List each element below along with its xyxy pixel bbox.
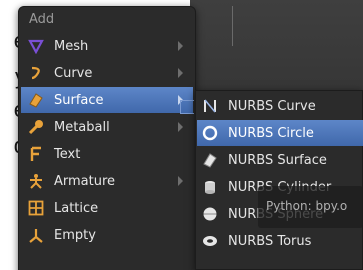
menu-item-curve[interactable]: Curve <box>21 60 193 86</box>
viewport-cursor-line <box>232 6 233 46</box>
menu-item-label: Lattice <box>54 200 99 216</box>
lattice-icon <box>27 199 45 217</box>
tooltip-text: Python: bpy.o <box>266 199 348 213</box>
mesh-icon <box>27 37 45 55</box>
menu-item-surface[interactable]: Surface <box>21 87 193 113</box>
python-tooltip: Python: bpy.o <box>258 186 363 228</box>
submenu-item-nurbs-curve[interactable]: NURBS Curve <box>197 93 363 119</box>
add-menu: Add Mesh Curve Surface Metaball Text Arm… <box>18 6 196 270</box>
submenu-item-label: NURBS Curve <box>228 98 316 114</box>
nurbs-torus-icon <box>201 232 219 250</box>
menu-item-metaball[interactable]: Metaball <box>21 114 193 140</box>
nurbs-curve-icon <box>201 97 219 115</box>
menu-item-lattice[interactable]: Lattice <box>21 195 193 221</box>
chevron-right-icon <box>178 41 183 51</box>
menu-item-label: Armature <box>54 173 116 189</box>
submenu-item-label: NURBS Surface <box>228 152 327 168</box>
menu-item-label: Surface <box>54 92 104 108</box>
curve-icon <box>27 64 45 82</box>
menu-item-empty[interactable]: Empty <box>21 222 193 248</box>
submenu-connector <box>180 100 194 114</box>
nurbs-circle-icon <box>201 124 219 142</box>
menu-item-label: Text <box>54 146 81 162</box>
submenu-item-nurbs-circle[interactable]: NURBS Circle <box>197 120 363 146</box>
menu-item-label: Empty <box>54 227 96 243</box>
chevron-right-icon <box>178 68 183 78</box>
surface-icon <box>27 91 45 109</box>
menu-item-label: Curve <box>54 65 93 81</box>
viewport-header-area <box>190 0 363 94</box>
submenu-item-nurbs-surface[interactable]: NURBS Surface <box>197 147 363 173</box>
chevron-right-icon <box>178 176 183 186</box>
text-icon <box>27 145 45 163</box>
submenu-item-nurbs-torus[interactable]: NURBS Torus <box>197 228 363 254</box>
armature-icon <box>27 172 45 190</box>
chevron-right-icon <box>178 122 183 132</box>
menu-item-armature[interactable]: Armature <box>21 168 193 194</box>
nurbs-surface-icon <box>201 151 219 169</box>
nurbs-sphere-icon <box>201 205 219 223</box>
menu-item-label: Metaball <box>54 119 110 135</box>
menu-item-mesh[interactable]: Mesh <box>21 33 193 59</box>
surface-submenu: NURBS Curve NURBS Circle NURBS Surface N… <box>195 90 363 270</box>
menu-item-text[interactable]: Text <box>21 141 193 167</box>
menu-item-label: Mesh <box>54 38 89 54</box>
metaball-icon <box>27 118 45 136</box>
nurbs-cylinder-icon <box>201 178 219 196</box>
empty-icon <box>27 226 45 244</box>
submenu-item-label: NURBS Circle <box>228 125 314 141</box>
menu-title: Add <box>29 12 55 27</box>
submenu-item-label: NURBS Torus <box>228 233 312 249</box>
